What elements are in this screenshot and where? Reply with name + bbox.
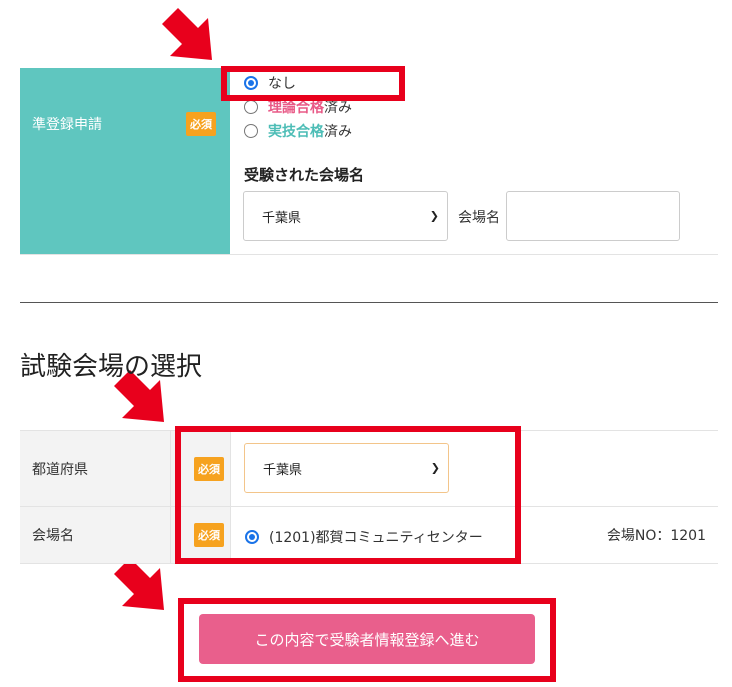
chevron-down-icon: ❯ [429, 209, 439, 223]
prefecture-label: 都道府県 [32, 461, 88, 478]
select-value: 千葉県 [262, 210, 302, 226]
pre-registration-label-cell: 準登録申請 必須 [20, 68, 230, 254]
annotation-arrow-icon [162, 8, 212, 60]
radio-option-practical[interactable]: 実技合格 済み [244, 121, 352, 141]
venue-label: 会場名 [32, 528, 74, 544]
annotation-arrow-icon [114, 558, 164, 610]
venue-number: 会場NO：1201 [606, 528, 706, 544]
radio-button[interactable] [244, 100, 258, 114]
venue-name-input[interactable] [506, 191, 680, 241]
pre-registration-label: 準登録申請 [32, 117, 102, 133]
highlight-box [178, 598, 556, 682]
radio-label-suffix: 済み [324, 124, 352, 140]
radio-label-emphasis: 実技合格 [268, 124, 324, 140]
radio-button[interactable] [244, 124, 258, 138]
required-badge: 必須 [186, 112, 216, 136]
prefecture-select-top[interactable]: 千葉県 ❯ [243, 191, 448, 241]
venue-name-label: 会場名 [458, 210, 500, 226]
prefecture-label-cell: 都道府県 [20, 431, 170, 506]
section-divider [20, 302, 718, 303]
venue-heading: 受験された会場名 [244, 166, 365, 184]
highlight-box [221, 66, 405, 101]
highlight-box [175, 426, 521, 564]
venue-label-cell: 会場名 [20, 507, 170, 563]
section-title: 試験会場の選択 [20, 352, 203, 382]
